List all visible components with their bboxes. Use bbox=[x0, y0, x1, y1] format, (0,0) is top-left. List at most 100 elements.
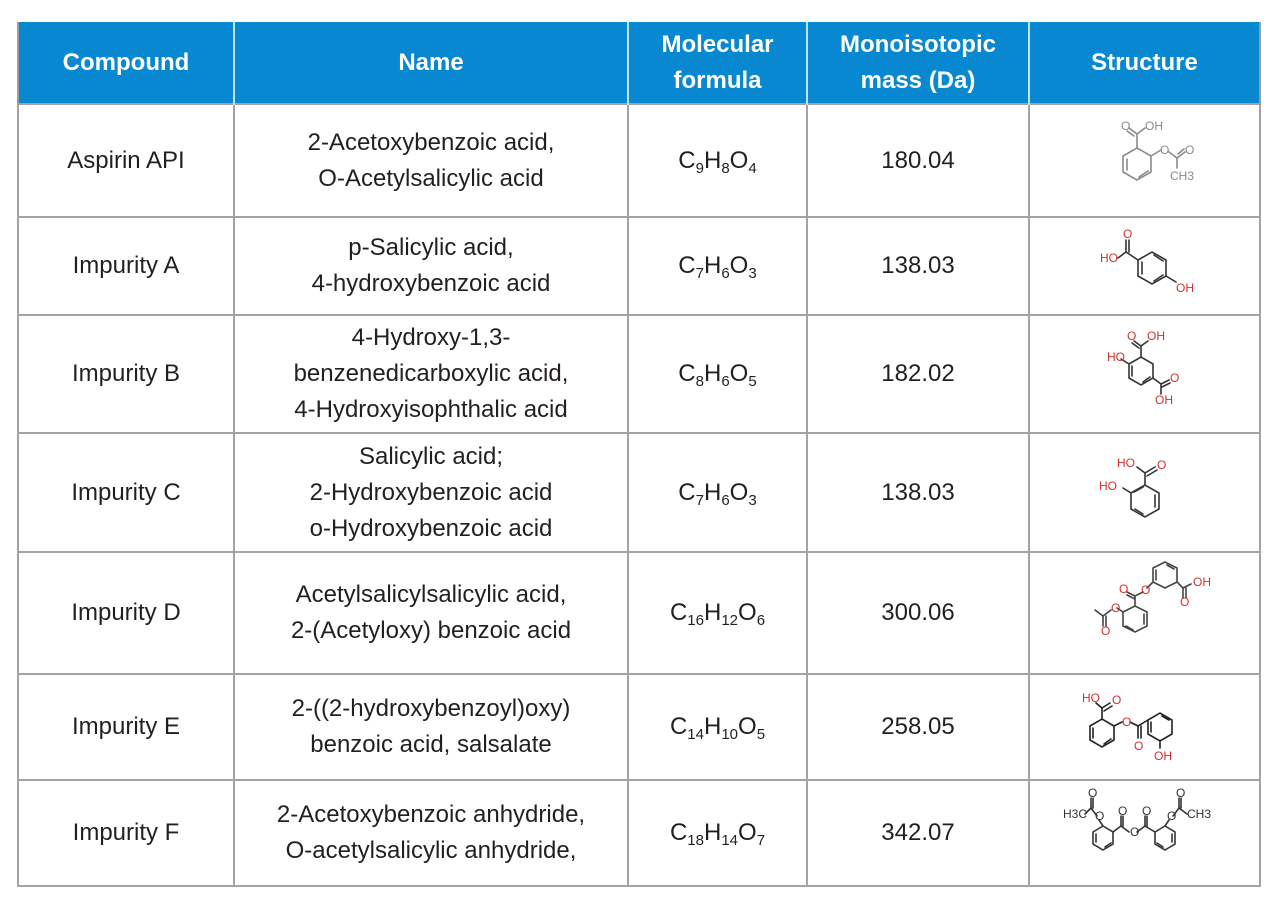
name-line: 4-Hydroxyisophthalic acid bbox=[294, 396, 568, 423]
name-line: Acetylsalicylsalicylic acid, bbox=[295, 581, 567, 608]
formula-h-count: 12 bbox=[721, 612, 739, 629]
aspirin-structure-icon: O OH O O CH3 bbox=[1121, 119, 1194, 183]
formula-c-count: 7 bbox=[695, 265, 704, 282]
formula-o-count: 7 bbox=[756, 832, 766, 849]
name-line: benzenedicarboxylic acid, bbox=[293, 360, 569, 387]
atom-label: O bbox=[1121, 119, 1130, 133]
name-cell: Salicylic acid; 2-Hydroxybenzoic acid o-… bbox=[233, 432, 629, 553]
formula-cell: C14H10O5 bbox=[627, 673, 808, 781]
table-row: Impurity D Acetylsalicylsalicylic acid, … bbox=[17, 551, 1261, 675]
formula-h-count: 6 bbox=[721, 491, 730, 509]
name-cell: 4-Hydroxy-1,3- benzenedicarboxylic acid,… bbox=[233, 314, 629, 434]
atom-label: OH bbox=[1145, 119, 1163, 133]
compound-cell: Impurity C bbox=[17, 432, 235, 553]
header-compound: Compound bbox=[17, 22, 235, 104]
formula-c-count: 9 bbox=[695, 159, 704, 177]
header-formula-line: formula bbox=[673, 67, 762, 94]
formula-cell: C16H12O6 bbox=[627, 551, 808, 675]
formula-c-count: 8 bbox=[695, 373, 704, 390]
atom-label: OH bbox=[1176, 281, 1194, 295]
name-cell: Acetylsalicylsalicylic acid, 2-(Acetylox… bbox=[233, 551, 629, 675]
atom-label: O bbox=[1134, 739, 1143, 753]
salicylic-acid-structure-icon: HO O HO bbox=[1099, 456, 1166, 518]
name-line: o-Hydroxybenzoic acid bbox=[309, 514, 553, 542]
atom-label: O bbox=[1130, 825, 1139, 839]
atom-label: OH bbox=[1154, 749, 1172, 763]
name-line: 2-Acetoxybenzoic anhydride, bbox=[276, 801, 586, 828]
name-line: 2-((2-hydroxybenzoyl)oxy) bbox=[291, 695, 571, 722]
name-line: 2-Acetoxybenzoic acid, bbox=[307, 128, 555, 156]
formula-c-count: 18 bbox=[687, 832, 704, 849]
compound-cell: Impurity B bbox=[17, 314, 235, 434]
compound-table: Compound Name Molecular formula Monoisot… bbox=[17, 22, 1261, 887]
header-structure: Structure bbox=[1028, 22, 1261, 104]
atom-label: O bbox=[1112, 693, 1121, 707]
atom-label: CH3 bbox=[1187, 807, 1211, 821]
formula-c-count: 14 bbox=[687, 726, 704, 743]
formula-o-count: 6 bbox=[756, 612, 766, 629]
formula-h-count: 8 bbox=[721, 159, 730, 177]
4-hydroxyisophthalic-acid-structure-icon: O OH HO O OH bbox=[1107, 329, 1179, 407]
atom-label: O bbox=[1141, 583, 1150, 597]
atom-label: O bbox=[1123, 227, 1132, 241]
atom-label: HO bbox=[1100, 251, 1118, 265]
formula-cell: C7H6O3 bbox=[627, 432, 808, 553]
compound-cell: Impurity D bbox=[17, 551, 235, 675]
atom-label: H3C bbox=[1063, 807, 1087, 821]
structure-cell: O OH HO O OH bbox=[1028, 314, 1261, 434]
atom-label: O bbox=[1101, 624, 1110, 638]
formula-o-count: 5 bbox=[756, 726, 766, 743]
table-row: Aspirin API 2-Acetoxybenzoic acid, O-Ace… bbox=[17, 103, 1261, 218]
formula-h-count: 14 bbox=[721, 832, 739, 849]
atom-label: O bbox=[1127, 329, 1136, 343]
name-line: 4-Hydroxy-1,3- bbox=[351, 324, 511, 351]
atom-label: O bbox=[1185, 143, 1194, 157]
atom-label: O bbox=[1180, 595, 1189, 609]
structure-cell: OH O O O O O bbox=[1028, 551, 1261, 675]
atom-label: HO bbox=[1107, 350, 1125, 364]
mass-cell: 138.03 bbox=[806, 432, 1030, 553]
name-line: 4-hydroxybenzoic acid bbox=[311, 270, 551, 297]
name-cell: 2-Acetoxybenzoic acid, O-Acetylsalicylic… bbox=[233, 103, 629, 218]
header-mass-line: mass (Da) bbox=[860, 67, 976, 94]
formula-c-count: 7 bbox=[695, 491, 704, 509]
header-row: Compound Name Molecular formula Monoisot… bbox=[17, 22, 1261, 104]
formula-o-count: 4 bbox=[748, 159, 757, 177]
atom-label: HO bbox=[1099, 479, 1117, 493]
4-hydroxybenzoic-acid-structure-icon: O HO OH bbox=[1100, 227, 1194, 295]
name-line: O-acetylsalicylic anhydride, bbox=[285, 837, 577, 864]
atom-label: OH bbox=[1147, 329, 1165, 343]
structure-cell: O OH O O CH3 bbox=[1028, 103, 1261, 218]
formula-o-count: 3 bbox=[748, 265, 757, 282]
atom-label: HO bbox=[1117, 456, 1135, 470]
name-line: Salicylic acid; bbox=[358, 442, 504, 470]
name-line: benzoic acid, salsalate bbox=[310, 731, 552, 758]
formula-c-count: 16 bbox=[687, 612, 704, 629]
header-mass-line: Monoisotopic bbox=[840, 31, 996, 58]
header-name: Name bbox=[233, 22, 629, 104]
compound-cell: Impurity A bbox=[17, 216, 235, 316]
atom-label: O bbox=[1170, 371, 1179, 385]
atom-label: O bbox=[1176, 788, 1185, 800]
acetylsalicylsalicylic-acid-structure-icon: OH O O O O O bbox=[1093, 560, 1211, 638]
mass-cell: 300.06 bbox=[806, 551, 1030, 675]
atom-label: HO bbox=[1082, 691, 1100, 705]
acetylsalicylic-anhydride-structure-icon: H3C O O O O O O O CH3 bbox=[1063, 788, 1211, 851]
formula-cell: C9H8O4 bbox=[627, 103, 808, 218]
salsalate-structure-icon: HO O O O OH bbox=[1082, 691, 1173, 763]
name-line: 2-(Acetyloxy) benzoic acid bbox=[290, 617, 572, 644]
header-formula-line: Molecular bbox=[661, 31, 774, 58]
table-row: Impurity F 2-Acetoxybenzoic anhydride, O… bbox=[17, 779, 1261, 887]
formula-cell: C7H6O3 bbox=[627, 216, 808, 316]
header-mass: Monoisotopic mass (Da) bbox=[806, 22, 1030, 104]
formula-h-count: 10 bbox=[721, 726, 739, 743]
formula-h-count: 6 bbox=[721, 373, 730, 390]
mass-cell: 180.04 bbox=[806, 103, 1030, 218]
table-row: Impurity A p-Salicylic acid, 4-hydroxybe… bbox=[17, 216, 1261, 316]
atom-label: O bbox=[1111, 601, 1120, 615]
atom-label: OH bbox=[1155, 393, 1173, 407]
mass-cell: 182.02 bbox=[806, 314, 1030, 434]
atom-label: O bbox=[1122, 715, 1131, 729]
compound-cell: Aspirin API bbox=[17, 103, 235, 218]
name-line: p-Salicylic acid, bbox=[348, 234, 514, 261]
